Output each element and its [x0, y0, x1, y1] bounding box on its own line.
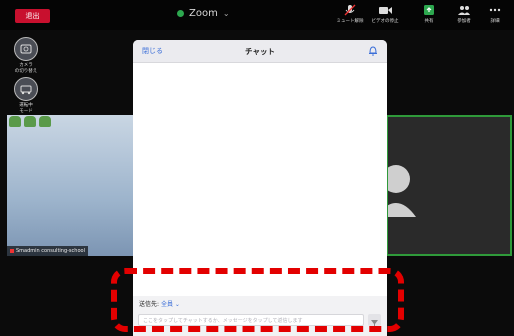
- microphone-muted-icon: [344, 4, 356, 16]
- participant-name-tag: Smadmin consulting-school: [7, 246, 88, 256]
- camera-switch-icon: [14, 37, 38, 61]
- share-label: 共有: [424, 19, 434, 24]
- more-icon: [489, 8, 501, 12]
- avatar-placeholder-icon: [376, 165, 416, 217]
- car-icon: [14, 77, 38, 101]
- video-camera-icon: [379, 7, 392, 14]
- meeting-toolbar: 退出 Zoom ⌄ ミュート解除 ビデオの停止 共有 参加者 詳細: [0, 0, 514, 30]
- frog-sticker-icon: [9, 116, 21, 127]
- participant-video-tile[interactable]: Smadmin consulting-school: [7, 115, 134, 256]
- chevron-down-icon: ⌄: [222, 9, 230, 18]
- switch-camera-label: カメラ の切り替え: [14, 63, 38, 74]
- reaction-stickers: [9, 116, 51, 127]
- chat-header: 閉じる チャット: [133, 40, 387, 63]
- participants-icon: [458, 6, 470, 15]
- active-speaker-video-tile[interactable]: [376, 115, 512, 256]
- stop-video-label: ビデオの停止: [371, 19, 399, 24]
- chat-message-list[interactable]: [133, 63, 387, 296]
- share-button[interactable]: 共有: [409, 4, 449, 24]
- drive-mode-label: 運転中 モード: [19, 103, 33, 114]
- chat-title: チャット: [245, 47, 275, 56]
- unmute-button[interactable]: ミュート解除: [330, 4, 370, 24]
- participant-name: Smadmin consulting-school: [16, 248, 85, 254]
- meeting-title[interactable]: Zoom ⌄: [177, 8, 230, 19]
- more-button[interactable]: 詳細: [475, 4, 514, 24]
- share-screen-icon: [424, 5, 434, 15]
- shield-icon: [177, 10, 184, 17]
- switch-camera-button[interactable]: カメラ の切り替え: [7, 37, 45, 75]
- bell-icon[interactable]: [368, 45, 378, 56]
- meeting-title-label: Zoom: [189, 8, 218, 19]
- stop-video-button[interactable]: ビデオの停止: [365, 4, 405, 24]
- mic-muted-icon: [10, 249, 14, 253]
- unmute-label: ミュート解除: [336, 19, 364, 24]
- drive-mode-button[interactable]: 運転中 モード: [7, 77, 45, 115]
- frog-sticker-icon: [39, 116, 51, 127]
- more-label: 詳細: [490, 19, 500, 24]
- highlight-annotation: [111, 268, 404, 332]
- frog-sticker-icon: [24, 116, 36, 127]
- leave-button[interactable]: 退出: [15, 9, 50, 23]
